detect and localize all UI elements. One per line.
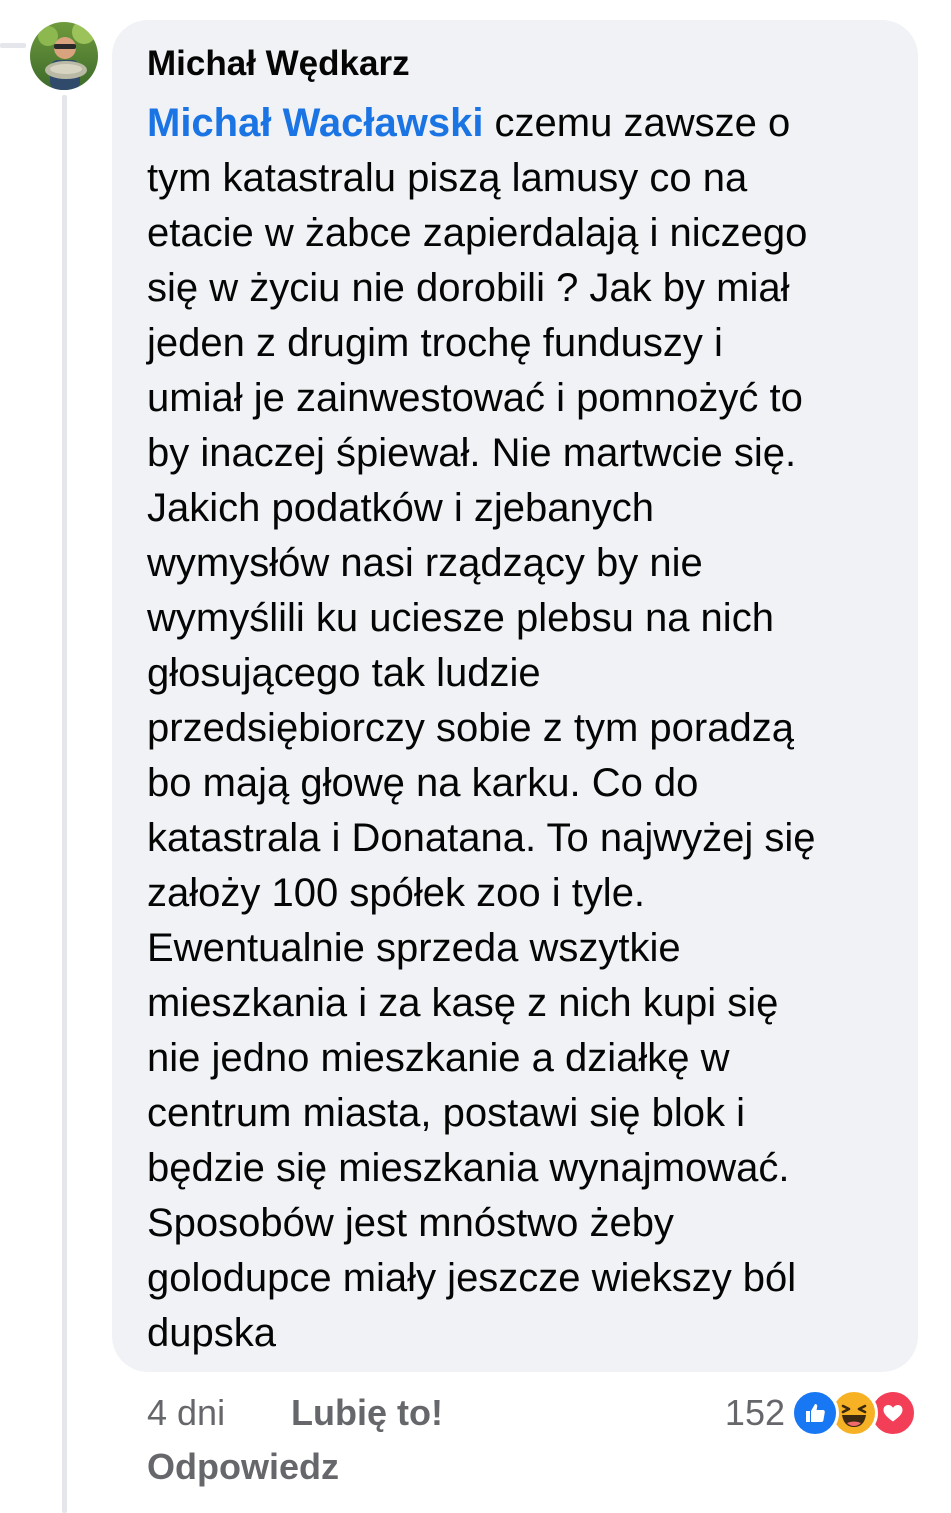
comment-bubble: Michał Wędkarz Michał Wacławski czemu za… [112,20,918,1372]
reply-button[interactable]: Odpowiedz [147,1441,927,1493]
like-icon [791,1389,839,1437]
thread-connector-line [0,43,26,48]
comment-timestamp[interactable]: 4 dni [147,1392,291,1434]
comment-body: czemu zawsze o tym katastralu piszą lamu… [147,101,816,1355]
reaction-icons [791,1389,917,1437]
mention-link[interactable]: Michał Wacławski [147,101,483,145]
avatar[interactable] [30,22,98,90]
comment-footer: 4 dni Lubię to! Odpowiedz 152 [147,1385,927,1493]
comment-text: Michał Wacławski czemu zawsze o tym kata… [147,96,894,1361]
reaction-count: 152 [724,1392,785,1433]
comment-author[interactable]: Michał Wędkarz [147,42,894,86]
thread-line [62,95,67,1513]
like-button[interactable]: Lubię to! [291,1392,443,1434]
reactions-summary[interactable]: 152 [725,1385,917,1441]
